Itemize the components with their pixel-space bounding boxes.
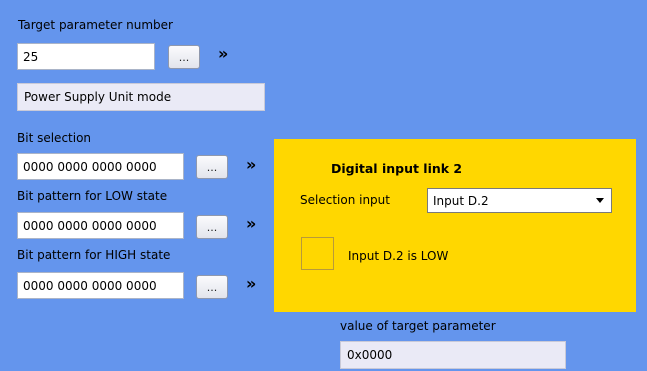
mode-display: Power Supply Unit mode xyxy=(17,83,265,111)
input-state-indicator xyxy=(301,237,334,270)
low-pattern-browse-button[interactable]: ... xyxy=(196,215,228,239)
bit-selection-browse-button[interactable]: ... xyxy=(196,155,228,179)
bit-selection-go-button[interactable]: » xyxy=(246,155,256,174)
target-value-display: 0x0000 xyxy=(340,341,566,369)
ellipsis-icon: ... xyxy=(206,220,218,234)
ellipsis-icon: ... xyxy=(206,160,218,174)
high-pattern-browse-button[interactable]: ... xyxy=(196,275,228,299)
target-value-label: value of target parameter xyxy=(340,319,496,333)
double-chevron-right-icon: » xyxy=(246,274,256,293)
target-parameter-browse-button[interactable]: ... xyxy=(168,45,200,69)
target-parameter-go-button[interactable]: » xyxy=(218,44,228,63)
double-chevron-right-icon: » xyxy=(246,214,256,233)
selection-input-value: Input D.2 xyxy=(433,193,489,208)
ellipsis-icon: ... xyxy=(206,280,218,294)
panel-title: Digital input link 2 xyxy=(331,161,463,176)
low-pattern-input[interactable]: 0000 0000 0000 0000 xyxy=(17,212,184,239)
input-state-text: Input D.2 is LOW xyxy=(348,249,449,263)
chevron-down-icon xyxy=(596,198,604,203)
high-pattern-label: Bit pattern for HIGH state xyxy=(17,248,171,262)
selection-input-dropdown[interactable]: Input D.2 xyxy=(427,188,612,213)
low-pattern-go-button[interactable]: » xyxy=(246,214,256,233)
high-pattern-input[interactable]: 0000 0000 0000 0000 xyxy=(17,272,184,299)
digital-input-link-panel: Digital input link 2 Selection input Inp… xyxy=(274,139,636,312)
high-pattern-go-button[interactable]: » xyxy=(246,274,256,293)
target-parameter-label: Target parameter number xyxy=(18,18,173,32)
bit-selection-input[interactable]: 0000 0000 0000 0000 xyxy=(17,153,184,180)
selection-input-label: Selection input xyxy=(300,193,390,207)
target-parameter-input[interactable]: 25 xyxy=(17,43,155,70)
double-chevron-right-icon: » xyxy=(218,44,228,63)
low-pattern-label: Bit pattern for LOW state xyxy=(17,189,168,203)
bit-selection-label: Bit selection xyxy=(17,131,92,145)
ellipsis-icon: ... xyxy=(178,50,190,64)
double-chevron-right-icon: » xyxy=(246,155,256,174)
